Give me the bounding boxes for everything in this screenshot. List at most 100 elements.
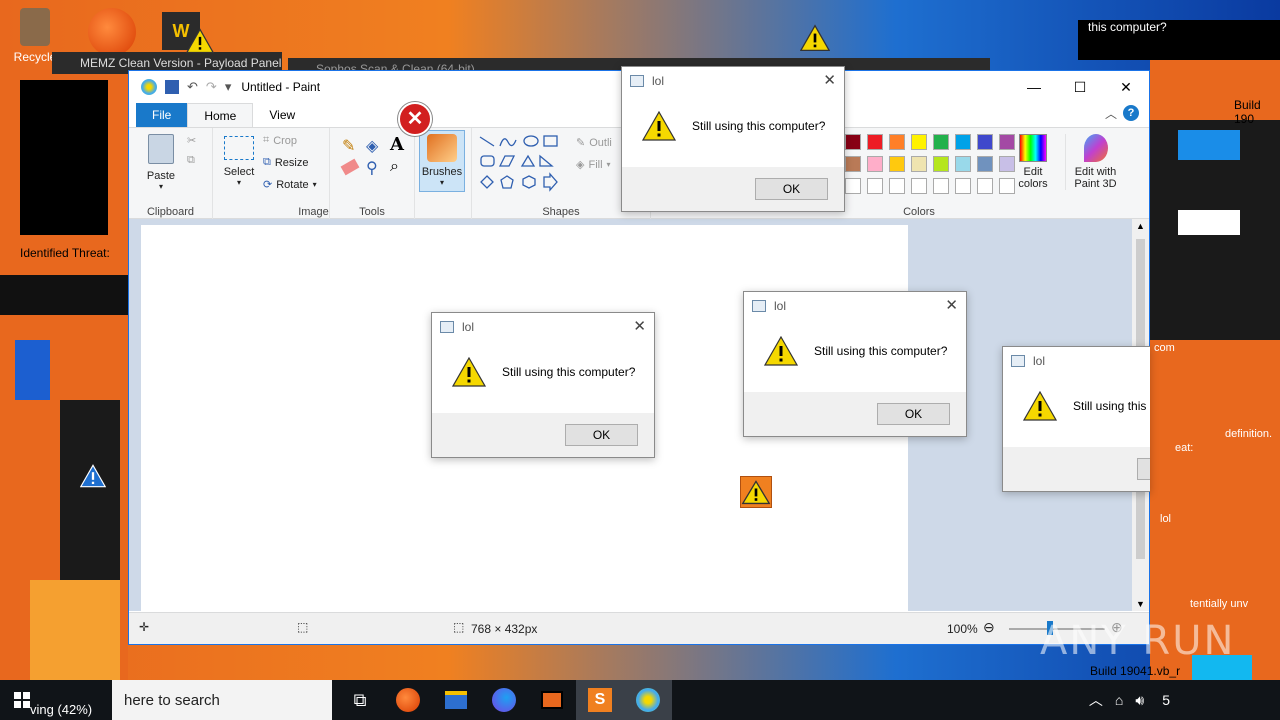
crop-button[interactable]: ⌗ Crop [263, 134, 297, 147]
tray-chevron-icon[interactable]: ︿ [1089, 690, 1103, 710]
app-orange-icon[interactable] [528, 680, 576, 720]
zoom-level: 100% [947, 622, 978, 636]
fill-bucket-icon[interactable]: ◈ [366, 136, 378, 156]
tools-group: ✎ ◈ A ⚲ ⌕ Tools [329, 128, 415, 220]
ok-button[interactable]: OK [755, 178, 828, 200]
warning-icon [800, 24, 830, 52]
edge-desktop-icon[interactable] [88, 8, 136, 56]
message-dialog[interactable]: lol ✕ Still using this computer? OK [621, 66, 845, 212]
desktop-glitch-black-2 [0, 275, 128, 315]
resize-button[interactable]: ⧉ Resize [263, 156, 308, 169]
select-button[interactable]: Select ▾ [219, 136, 259, 187]
color-swatch[interactable] [845, 178, 861, 194]
text-icon[interactable]: A [390, 134, 404, 155]
customize-toolbar-icon[interactable]: ▾ [225, 79, 232, 95]
color-swatch[interactable] [977, 178, 993, 194]
edit-colors-button[interactable]: Edit colors [1011, 134, 1055, 190]
dialog-close-icon[interactable]: ✕ [633, 317, 646, 335]
tab-file[interactable]: File [136, 103, 188, 127]
copy-icon[interactable]: ⧉ [187, 154, 195, 167]
edge-taskbar-icon[interactable] [384, 680, 432, 720]
collapse-ribbon-icon[interactable]: ︿ [1105, 105, 1117, 122]
undo-icon[interactable]: ↶ [187, 79, 198, 95]
edit-colors-label-2: colors [1018, 178, 1048, 190]
tray-clock[interactable]: 5 [1162, 692, 1170, 708]
color-swatch[interactable] [867, 156, 883, 172]
rotate-button[interactable]: ⟳ Rotate ▾ [263, 178, 317, 192]
dialog-titlebar[interactable]: lol [622, 67, 844, 95]
dialog-titlebar[interactable]: lol [432, 313, 654, 341]
file-explorer-icon[interactable] [432, 680, 480, 720]
scroll-up-icon[interactable]: ▲ [1136, 221, 1145, 231]
warning-icon [452, 357, 486, 387]
desktop-glitch-black-1 [20, 80, 108, 235]
desktop-glitch-black-3 [60, 400, 120, 580]
color-swatch[interactable] [933, 134, 949, 150]
save-icon[interactable] [165, 80, 179, 94]
dialog-title: lol [652, 74, 665, 88]
ok-button[interactable]: OK [565, 424, 638, 446]
ok-button[interactable]: OK [1137, 458, 1150, 480]
color-swatch[interactable] [867, 178, 883, 194]
minimize-button[interactable]: — [1011, 71, 1057, 103]
dialog-close-icon[interactable]: ✕ [945, 296, 958, 314]
help-icon[interactable]: ? [1123, 105, 1139, 121]
color-swatch[interactable] [889, 178, 905, 194]
fill-button[interactable]: ◈ Fill ▾ [576, 158, 611, 172]
color-swatch[interactable] [889, 156, 905, 172]
tools-group-label: Tools [359, 206, 385, 218]
firefox-icon[interactable] [480, 680, 528, 720]
definition-text: definition. [1225, 428, 1273, 440]
cut-icon[interactable]: ✂ [187, 134, 196, 147]
color-swatch[interactable] [845, 156, 861, 172]
task-view-icon[interactable]: ⧉ [336, 680, 384, 720]
warning-icon [764, 336, 798, 366]
ok-button[interactable]: OK [877, 403, 950, 425]
message-dialog[interactable]: lol Still using this co OK [1002, 346, 1150, 492]
dialog-close-icon[interactable]: ✕ [823, 71, 836, 89]
paste-button[interactable]: Paste ▾ [139, 134, 183, 191]
eraser-icon[interactable] [340, 158, 360, 176]
taskbar-search-box[interactable]: here to search [112, 680, 332, 720]
color-swatch[interactable] [933, 156, 949, 172]
redo-icon[interactable]: ↷ [206, 79, 217, 95]
sophos-taskbar-icon[interactable]: S [576, 680, 624, 720]
shapes-gallery-icon[interactable] [478, 134, 560, 192]
close-button[interactable]: ✕ [1103, 71, 1149, 103]
color-swatch[interactable] [911, 178, 927, 194]
color-swatch[interactable] [933, 178, 949, 194]
dialog-titlebar[interactable]: lol [744, 292, 966, 320]
maximize-button[interactable]: ☐ [1057, 71, 1103, 103]
tab-home[interactable]: Home [187, 103, 254, 127]
color-swatch[interactable] [977, 156, 993, 172]
edit-paint3d-button[interactable]: Edit with Paint 3D [1065, 134, 1125, 190]
color-picker-icon[interactable]: ⚲ [366, 158, 378, 178]
anyrun-watermark: ANY RUN [1040, 618, 1236, 664]
message-dialog[interactable]: lol ✕ Still using this computer? OK [743, 291, 967, 437]
color-swatch[interactable] [955, 156, 971, 172]
color-swatch[interactable] [889, 134, 905, 150]
color-wheel-icon [1019, 134, 1047, 162]
brushes-button[interactable]: Brushes ▾ [419, 130, 465, 192]
dialog-titlebar[interactable]: lol [1003, 347, 1150, 375]
color-swatch[interactable] [911, 156, 927, 172]
network-icon[interactable]: ⌂ [1115, 692, 1123, 708]
color-swatch[interactable] [955, 134, 971, 150]
color-swatch[interactable] [911, 134, 927, 150]
edit-paint3d-label-1: Edit with [1074, 166, 1117, 178]
magnifier-icon[interactable]: ⌕ [390, 158, 399, 176]
volume-icon[interactable]: 🔊︎ [1135, 692, 1144, 709]
message-dialog[interactable]: lol ✕ Still using this computer? OK [431, 312, 655, 458]
outline-button[interactable]: ✎ Outli [576, 136, 612, 150]
color-swatch[interactable] [977, 134, 993, 150]
lol-small-text: lol [1160, 513, 1172, 525]
color-swatch[interactable] [955, 178, 971, 194]
pencil-icon[interactable]: ✎ [342, 136, 355, 156]
zoom-out-icon[interactable]: ⊖ [983, 619, 995, 636]
color-swatch[interactable] [867, 134, 883, 150]
windows-start-icon[interactable] [14, 692, 30, 708]
paint-taskbar-icon[interactable] [624, 680, 672, 720]
color-swatch[interactable] [845, 134, 861, 150]
scroll-down-icon[interactable]: ▼ [1136, 599, 1145, 609]
tab-view[interactable]: View [253, 103, 311, 127]
